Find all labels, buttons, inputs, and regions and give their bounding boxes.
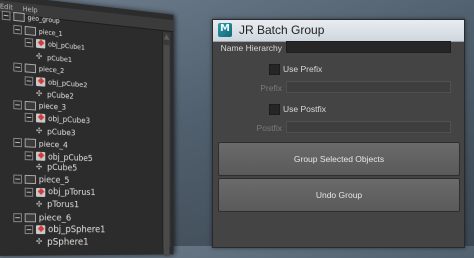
name-hierarchy-label: Name Hierarchy [220,43,282,53]
transform-node-icon [35,187,46,197]
collapse-toggle-icon[interactable] [1,10,11,21]
outliner-row-label: geo_group [27,13,60,26]
transform-node-icon [35,225,46,235]
outliner-row[interactable]: piece_6 [13,212,71,224]
collapse-toggle-icon[interactable] [24,225,34,235]
collapse-toggle-icon[interactable] [13,212,22,222]
outliner-row-label: obj_pCube5 [48,151,93,163]
outliner-row[interactable]: obj_pSphere1 [24,224,106,236]
group-node-icon [24,212,36,222]
outliner-row-label: piece_5 [38,175,70,186]
outliner-row-label: obj_pCube1 [48,40,85,52]
postfix-row: Postfix [213,121,464,135]
outliner-row[interactable]: piece_5 [13,174,69,187]
group-node-icon [24,175,36,185]
outliner-row-label: pTorus1 [47,199,80,211]
title-bar[interactable]: JR Batch Group [213,20,464,42]
undo-group-button[interactable]: Undo Group [218,178,460,212]
transform-node-icon [35,39,46,49]
mesh-shape-icon: ✣ [35,126,43,136]
mesh-shape-icon: ✣ [35,199,43,209]
collapse-toggle-icon[interactable] [13,99,22,110]
use-prefix-checkbox[interactable] [269,64,280,75]
outliner-row-label: obj_pTorus1 [48,187,96,199]
mesh-shape-icon: ✣ [35,88,43,98]
use-prefix-label: Use Prefix [283,64,323,74]
outliner-row-label: piece_3 [38,101,67,113]
outliner-row-label: piece_2 [38,64,65,76]
outliner-row[interactable]: obj_pTorus1 [24,187,96,200]
collapse-toggle-icon[interactable] [24,187,34,197]
outliner-row-label: obj_pCube2 [48,77,88,90]
maya-app-icon [218,23,232,37]
prefix-input[interactable] [286,81,451,93]
mesh-shape-icon: ✣ [35,237,43,247]
group-node-icon [24,63,36,74]
name-hierarchy-row: Name Hierarchy [213,41,464,55]
outliner-row[interactable]: ✣ pSphere1 [36,237,89,249]
postfix-label: Postfix [256,123,282,133]
collapse-toggle-icon[interactable] [24,75,34,86]
collapse-toggle-icon[interactable] [13,62,22,72]
postfix-input[interactable] [286,121,451,133]
collapse-toggle-icon[interactable] [24,150,34,161]
outliner-row-label: piece_4 [38,138,68,150]
collapse-toggle-icon[interactable] [13,137,22,148]
outliner-row-label: pCube2 [47,89,74,101]
collapse-toggle-icon[interactable] [13,174,22,184]
prefix-row: Prefix [213,81,464,95]
outliner-row-label: pCube5 [47,163,78,174]
use-postfix-label: Use Postfix [283,104,326,114]
name-hierarchy-input[interactable] [286,41,451,53]
mesh-shape-icon: ✣ [35,162,43,172]
outliner-row-label: piece_1 [38,27,63,38]
outliner-row[interactable]: piece_4 [13,137,68,151]
outliner-row[interactable]: obj_pCube3 [24,112,91,128]
group-selected-objects-button[interactable]: Group Selected Objects [218,142,460,176]
collapse-toggle-icon[interactable] [13,24,22,35]
outliner-row-label: obj_pCube3 [48,113,91,126]
transform-node-icon [35,113,46,123]
outliner-row[interactable]: obj_pCube5 [24,150,93,164]
group-node-icon [24,100,36,111]
outliner-scrollbar[interactable] [162,31,171,257]
collapse-toggle-icon[interactable] [24,112,34,122]
outliner-row-label: obj_pSphere1 [48,224,106,236]
outliner-row[interactable]: ✣ pTorus1 [36,200,79,212]
scroll-up-icon[interactable] [164,34,170,40]
outliner-panel: Edit Help geo_group piece_1 obj_pCube1 ✣ pCu… [0,0,174,257]
scrollbar-thumb[interactable] [163,44,170,257]
outliner-row-label: pCube3 [47,126,76,138]
window-title: JR Batch Group [239,23,325,37]
outliner-row[interactable]: ✣ pCube5 [36,163,77,176]
outliner-row[interactable]: ✣ pCube3 [36,126,75,140]
outliner-row-label: pCube1 [47,52,72,64]
group-node-icon [24,25,36,36]
collapse-toggle-icon[interactable] [24,37,34,48]
transform-node-icon [35,76,46,87]
outliner-row-label: piece_6 [38,212,72,224]
mesh-shape-icon: ✣ [35,51,43,61]
outliner-row[interactable]: piece_3 [13,99,66,114]
group-node-icon [13,11,25,23]
transform-node-icon [35,151,46,161]
group-node-icon [24,138,36,148]
use-postfix-checkbox[interactable] [269,104,280,115]
batch-group-dialog: JR Batch Group Name Hierarchy Use Prefix… [212,19,465,248]
prefix-label: Prefix [260,83,282,93]
